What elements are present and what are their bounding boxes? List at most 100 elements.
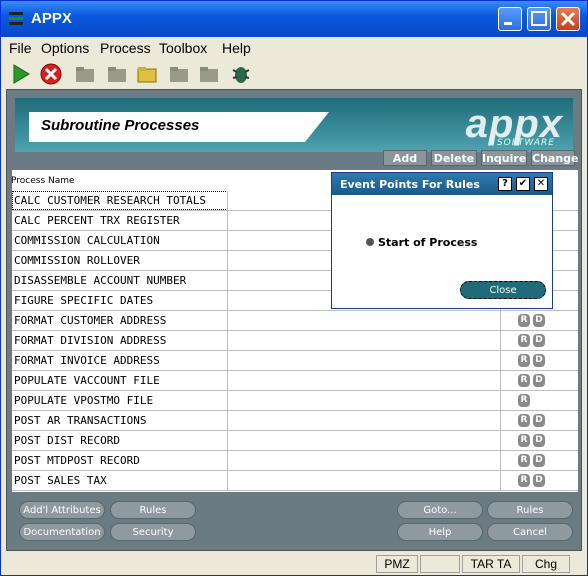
cancel-button[interactable]: Cancel [487,523,573,541]
column-divider [227,391,228,411]
documentation-badge[interactable]: D [533,354,545,367]
bullet-icon [366,238,374,246]
rules-badge[interactable]: R [518,414,530,427]
start-of-process-item[interactable]: Start of Process [366,236,477,249]
folder-star-icon[interactable] [135,62,159,86]
status-bar: PMZ TAR TA Chg [1,553,587,575]
title-bar[interactable]: APPX [1,1,587,37]
rules-badge[interactable]: R [518,454,530,467]
folder-open-icon[interactable] [105,62,129,86]
dialog-close-x-button[interactable]: ✕ [534,177,548,191]
column-divider [227,471,228,491]
table-row[interactable]: FORMAT CUSTOMER ADDRESS R D [12,311,578,331]
column-divider [227,451,228,471]
stop-icon[interactable] [39,62,63,86]
menu-bar: File Options Process Toolbox Help [1,37,587,59]
minimize-button[interactable] [498,7,522,31]
documentation-badge[interactable]: D [533,334,545,347]
documentation-badge[interactable]: D [533,314,545,327]
column-divider [500,411,501,431]
process-name-cell: POST MTDPOST RECORD [14,454,140,467]
bug-icon[interactable] [229,62,253,86]
table-row[interactable]: POST MTDPOST RECORD R D [12,451,578,471]
start-of-process-label: Start of Process [378,236,478,249]
page-title: Subroutine Processes [41,117,200,134]
column-divider [227,271,228,291]
dialog-help-button[interactable]: ? [498,177,512,191]
documentation-badge[interactable]: D [533,474,545,487]
documentation-button[interactable]: Documentation [19,523,105,541]
process-name-cell: POPULATE VPOSTMO FILE [14,394,154,407]
maximize-button[interactable] [527,7,551,31]
help-button[interactable]: Help [397,523,483,541]
table-row[interactable]: FORMAT INVOICE ADDRESS R D [12,351,578,371]
documentation-badge[interactable]: D [533,374,545,387]
folder-check-icon[interactable] [167,62,191,86]
table-row[interactable]: POST AR TRANSACTIONS R D [12,411,578,431]
status-pmz: PMZ [376,555,418,573]
security-button[interactable]: Security [110,523,196,541]
status-chg: Chg [522,555,570,573]
rules-badge[interactable]: R [518,334,530,347]
rules-badge[interactable]: R [518,314,530,327]
rules-badge[interactable]: R [518,394,530,407]
column-divider [500,311,501,331]
change-button[interactable]: Change [531,150,579,166]
rules-right-button[interactable]: Rules [487,501,573,519]
rules-badge[interactable]: R [518,434,530,447]
go-icon[interactable] [9,62,33,86]
dialog-ok-button[interactable]: ✔ [516,177,530,191]
process-name-cell: FORMAT DIVISION ADDRESS [14,334,167,347]
process-name-cell: FORMAT CUSTOMER ADDRESS [14,314,167,327]
process-name-cell: POST DIST RECORD [14,434,120,447]
documentation-badge[interactable]: D [533,414,545,427]
column-divider [500,351,501,371]
addl-attributes-button[interactable]: Add'l Attributes [19,501,105,519]
dialog-title: Event Points For Rules [340,178,480,191]
table-row[interactable]: POPULATE VACCOUNT FILE R D [12,371,578,391]
rules-badge[interactable]: R [518,354,530,367]
dialog-title-bar[interactable]: Event Points For Rules ? ✔ ✕ [332,173,552,195]
close-window-button[interactable] [556,7,580,31]
process-name-cell: POST SALES TAX [14,474,107,487]
menu-file[interactable]: File [9,40,32,56]
delete-button[interactable]: Delete [431,150,477,166]
column-divider [227,331,228,351]
close-icon [560,11,576,27]
event-points-dialog: Event Points For Rules ? ✔ ✕ Start of Pr… [331,172,553,309]
table-row[interactable]: POPULATE VPOSTMO FILE R [12,391,578,411]
column-divider [227,311,228,331]
toolbar [1,59,587,89]
rules-badge[interactable]: R [518,374,530,387]
status-blank [420,555,460,573]
table-row[interactable]: POST SALES TAX R D [12,471,578,491]
process-name-cell: CALC CUSTOMER RESEARCH TOTALS [14,194,207,207]
documentation-badge[interactable]: D [533,454,545,467]
menu-process[interactable]: Process [100,40,151,56]
add-button[interactable]: Add [383,150,427,166]
menu-help[interactable]: Help [222,40,251,56]
process-name-cell: POST AR TRANSACTIONS [14,414,147,427]
appx-logo-sub: SOFTWARE [496,138,555,148]
process-name-cell: FIGURE SPECIFIC DATES [14,294,154,307]
menu-toolbox[interactable]: Toolbox [159,40,207,56]
process-name-cell: CALC PERCENT TRX REGISTER [14,214,180,227]
folder-icon[interactable] [73,62,97,86]
column-divider [227,251,228,271]
table-row[interactable]: POST DIST RECORD R D [12,431,578,451]
maximize-icon [531,11,547,26]
folder-x-icon[interactable] [197,62,221,86]
documentation-badge[interactable]: D [533,434,545,447]
rules-badge[interactable]: R [518,474,530,487]
minimize-icon [504,22,512,25]
menu-options[interactable]: Options [41,40,89,56]
column-header-process-name: Process Name [11,176,75,186]
window-title: APPX [31,10,72,27]
dialog-close-button[interactable]: Close [460,281,546,299]
rules-left-button[interactable]: Rules [110,501,196,519]
process-name-cell: COMMISSION ROLLOVER [14,254,140,267]
column-divider [227,431,228,451]
table-row[interactable]: FORMAT DIVISION ADDRESS R D [12,331,578,351]
inquire-button[interactable]: Inquire [481,150,527,166]
goto-button[interactable]: Goto... [397,501,483,519]
